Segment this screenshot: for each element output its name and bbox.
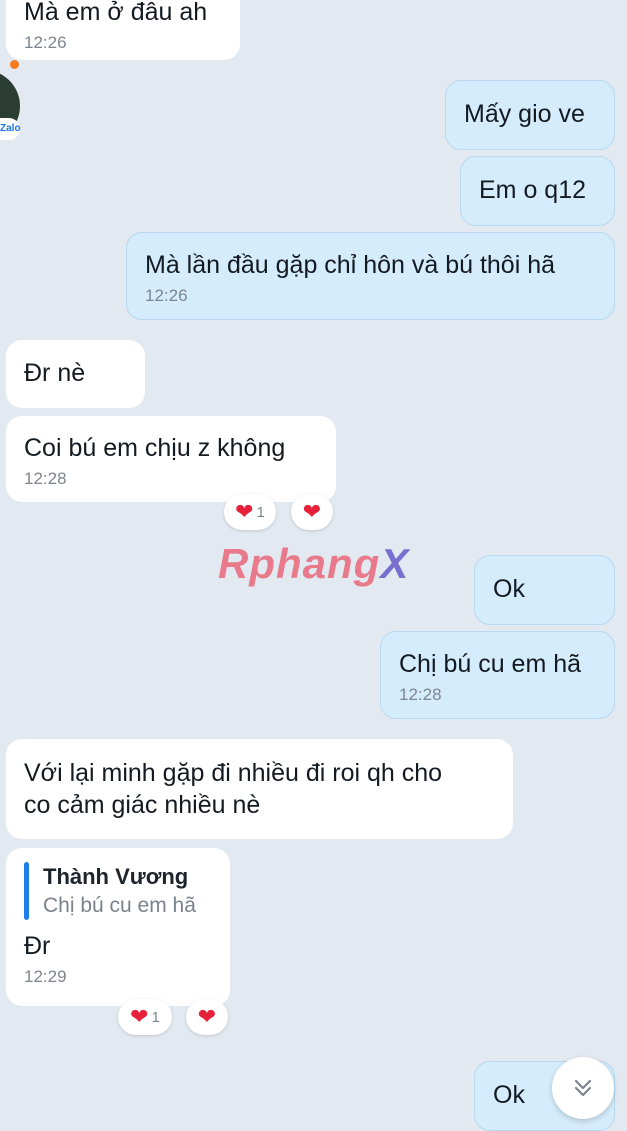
message-text-line: co cảm giác nhiều nè: [24, 791, 261, 819]
reaction-count-badge[interactable]: ❤ 1: [224, 494, 276, 530]
message-time: 12:28: [399, 685, 442, 704]
message-outgoing[interactable]: Chị bú cu em hã 12:28: [380, 631, 615, 719]
message-outgoing[interactable]: Mà lần đầu gặp chỉ hôn và bú thôi hã 12:…: [126, 232, 615, 320]
message-time: 12:29: [24, 967, 67, 986]
message-incoming-reply[interactable]: Thành Vương Chị bú cu em hã Đr 12:29: [6, 848, 230, 1006]
reaction-count: 1: [256, 503, 265, 521]
heart-icon: ❤: [235, 499, 254, 524]
quoted-message[interactable]: Thành Vương Chị bú cu em hã: [24, 862, 212, 920]
message-outgoing[interactable]: Em o q12: [460, 156, 615, 226]
zalo-badge: Zalo: [0, 118, 21, 140]
heart-icon: ❤: [130, 1004, 149, 1029]
reaction-count-badge[interactable]: ❤ 1: [118, 999, 172, 1035]
message-text: Ok: [493, 575, 525, 603]
message-outgoing[interactable]: Mấy gio ve: [445, 80, 615, 150]
add-reaction-button[interactable]: ❤: [291, 494, 333, 530]
message-time: 12:26: [24, 33, 67, 52]
message-text: Đr nè: [24, 359, 86, 387]
message-text: Coi bú em chịu z không: [24, 434, 286, 462]
message-outgoing[interactable]: Ok: [474, 555, 615, 625]
message-text-line: Với lại minh gặp đi nhiều đi roi qh cho: [24, 759, 443, 787]
message-text: Chị bú cu em hã: [399, 650, 582, 678]
quote-author: Thành Vương: [43, 864, 189, 889]
scroll-to-bottom-button[interactable]: [552, 1057, 614, 1119]
watermark-tail: X: [380, 540, 410, 587]
message-incoming[interactable]: Với lại minh gặp đi nhiều đi roi qh cho …: [6, 739, 513, 839]
reaction-count: 1: [151, 1008, 160, 1026]
message-incoming[interactable]: Mà em ở đâu ah 12:26: [6, 0, 240, 60]
message-text: Ok: [493, 1081, 525, 1109]
heart-icon: ❤: [197, 1004, 217, 1029]
watermark-main: Rphang: [218, 540, 381, 587]
online-status-dot: [10, 60, 19, 69]
quote-bar: [24, 862, 29, 920]
message-text: Mấy gio ve: [464, 100, 585, 128]
message-text: Mà lần đầu gặp chỉ hôn và bú thôi hã: [145, 251, 556, 279]
message-text: Đr: [24, 932, 51, 960]
heart-icon: ❤: [302, 499, 322, 524]
message-time: 12:26: [145, 286, 188, 305]
message-text: Em o q12: [479, 176, 587, 204]
quote-text: Chị bú cu em hã: [43, 894, 196, 917]
watermark: RphangX: [218, 540, 409, 588]
message-time: 12:28: [24, 469, 67, 488]
message-incoming[interactable]: Đr nè: [6, 340, 145, 408]
add-reaction-button[interactable]: ❤: [186, 999, 228, 1035]
double-chevron-down-icon: [574, 1079, 592, 1097]
message-text: Mà em ở đâu ah: [24, 0, 208, 26]
message-incoming[interactable]: Coi bú em chịu z không 12:28: [6, 416, 336, 502]
